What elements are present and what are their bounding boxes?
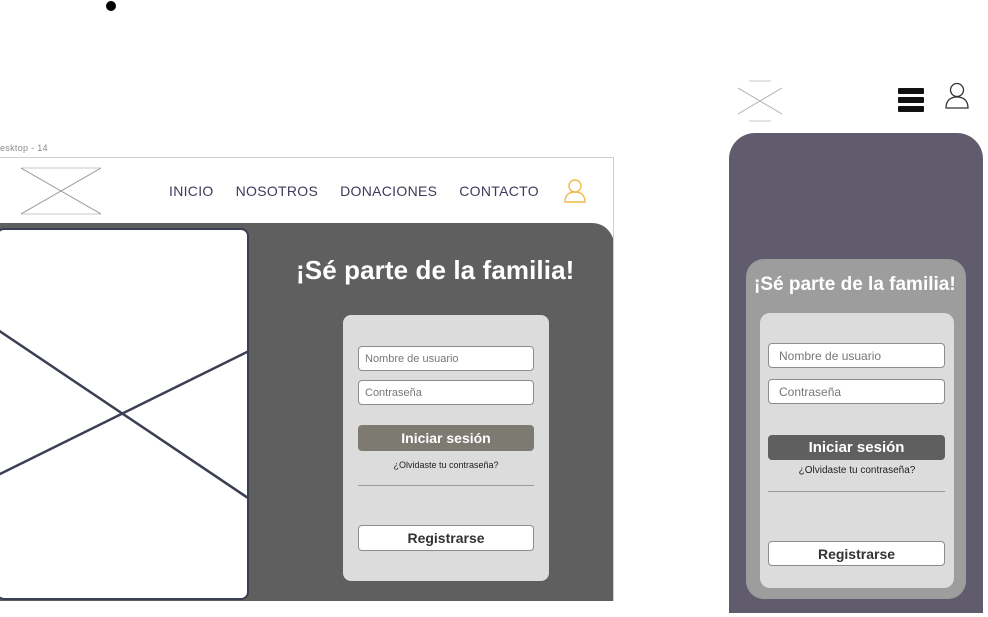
divider bbox=[358, 485, 534, 486]
mobile-register-button[interactable]: Registrarse bbox=[768, 541, 945, 566]
username-input[interactable]: Nombre de usuario bbox=[358, 346, 534, 371]
logo-placeholder-icon[interactable] bbox=[21, 166, 101, 216]
forgot-password-link[interactable]: ¿Olvidaste tu contraseña? bbox=[343, 460, 549, 470]
mobile-logo-placeholder-icon[interactable] bbox=[737, 80, 783, 122]
mobile-user-icon[interactable] bbox=[944, 82, 970, 110]
user-icon[interactable] bbox=[563, 178, 587, 204]
mobile-password-input[interactable]: Contraseña bbox=[768, 379, 945, 404]
password-input[interactable]: Contraseña bbox=[358, 380, 534, 405]
desktop-frame: INICIO NOSOTROS DONACIONES CONTACTO ¡Sé … bbox=[0, 157, 614, 601]
nav-item-donaciones[interactable]: DONACIONES bbox=[340, 183, 437, 199]
nav-item-inicio[interactable]: INICIO bbox=[169, 183, 214, 199]
nav-item-nosotros[interactable]: NOSOTROS bbox=[236, 183, 319, 199]
mobile-login-card: Nombre de usuario Contraseña Iniciar ses… bbox=[760, 313, 954, 588]
page-title: ¡Sé parte de la familia! bbox=[296, 255, 575, 285]
login-card: Nombre de usuario Contraseña Iniciar ses… bbox=[343, 315, 549, 581]
image-placeholder-icon bbox=[0, 228, 249, 600]
stray-dot bbox=[106, 1, 116, 11]
login-button[interactable]: Iniciar sesión bbox=[358, 425, 534, 451]
mobile-username-input[interactable]: Nombre de usuario bbox=[768, 343, 945, 368]
mobile-divider bbox=[768, 491, 945, 492]
hamburger-menu-icon[interactable] bbox=[898, 88, 924, 114]
hero-section: ¡Sé parte de la familia! Nombre de usuar… bbox=[0, 223, 613, 601]
frame-label: esktop - 14 bbox=[0, 143, 48, 153]
register-button[interactable]: Registrarse bbox=[358, 525, 534, 551]
mobile-login-button[interactable]: Iniciar sesión bbox=[768, 435, 945, 460]
mobile-page-title: ¡Sé parte de la familia! bbox=[754, 274, 956, 295]
mobile-forgot-password-link[interactable]: ¿Olvidaste tu contraseña? bbox=[760, 465, 954, 476]
main-nav: INICIO NOSOTROS DONACIONES CONTACTO bbox=[169, 183, 539, 199]
nav-item-contacto[interactable]: CONTACTO bbox=[459, 183, 539, 199]
